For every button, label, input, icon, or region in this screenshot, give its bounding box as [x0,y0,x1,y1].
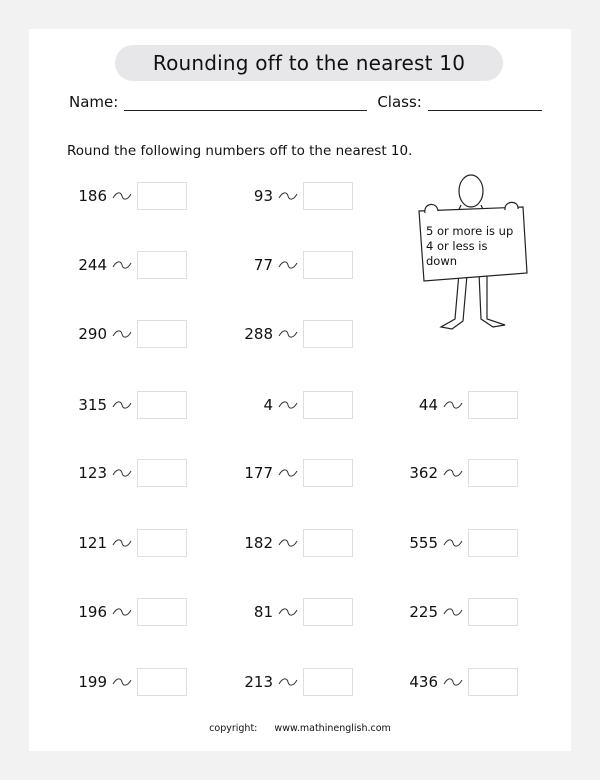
answer-box[interactable] [137,459,187,487]
problem-number: 290 [78,325,107,343]
problem-item: 4 [225,390,353,420]
approximately-icon [278,678,298,686]
problem-number: 315 [78,396,107,414]
approximately-icon [112,192,132,200]
answer-box[interactable] [303,459,353,487]
problem-item: 225 [390,597,518,627]
problem-number: 244 [78,256,107,274]
answer-box[interactable] [303,529,353,557]
approximately-icon [112,608,132,616]
answer-box[interactable] [468,598,518,626]
footer: copyright: www.mathinenglish.com [29,723,571,734]
approximately-icon [443,608,463,616]
problem-item: 436 [390,667,518,697]
rounding-rule-sign: 5 or more is up 4 or less is down [426,224,516,269]
website-link[interactable]: www.mathinenglish.com [274,723,390,734]
answer-box[interactable] [137,668,187,696]
answer-box[interactable] [468,459,518,487]
answer-box[interactable] [468,529,518,557]
sign-line-up: 5 or more is up [426,224,514,238]
problem-number: 182 [244,534,273,552]
instructions: Round the following numbers off to the n… [67,143,413,159]
approximately-icon [443,539,463,547]
answer-box[interactable] [468,668,518,696]
approximately-icon [112,469,132,477]
problem-item: 213 [225,667,353,697]
answer-box[interactable] [137,182,187,210]
problem-item: 182 [225,528,353,558]
problem-item: 196 [59,597,187,627]
name-label: Name: [69,93,119,111]
approximately-icon [278,539,298,547]
problem-item: 288 [225,319,353,349]
problem-item: 290 [59,319,187,349]
worksheet-title: Rounding off to the nearest 10 [115,45,503,81]
approximately-icon [112,539,132,547]
problem-item: 177 [225,458,353,488]
approximately-icon [443,401,463,409]
approximately-icon [278,469,298,477]
name-field[interactable] [124,94,368,111]
problem-item: 123 [59,458,187,488]
answer-box[interactable] [137,529,187,557]
answer-box[interactable] [303,598,353,626]
problem-number: 225 [409,603,438,621]
problem-number: 555 [409,534,438,552]
problem-number: 4 [263,396,273,414]
problem-item: 199 [59,667,187,697]
class-field[interactable] [427,94,542,111]
problem-number: 123 [78,464,107,482]
answer-box[interactable] [137,598,187,626]
answer-box[interactable] [303,391,353,419]
approximately-icon [278,608,298,616]
problem-number: 436 [409,673,438,691]
problem-item: 362 [390,458,518,488]
problem-number: 186 [78,187,107,205]
problem-item: 315 [59,390,187,420]
approximately-icon [443,678,463,686]
problem-number: 77 [253,256,273,274]
problem-item: 121 [59,528,187,558]
approximately-icon [112,330,132,338]
problem-number: 362 [409,464,438,482]
problem-item: 555 [390,528,518,558]
worksheet-page: Rounding off to the nearest 10 Name: Cla… [29,29,571,751]
class-label: Class: [377,93,422,111]
answer-box[interactable] [303,668,353,696]
problem-item: 81 [225,597,353,627]
answer-box[interactable] [468,391,518,419]
answer-box[interactable] [303,182,353,210]
approximately-icon [278,192,298,200]
problem-number: 121 [78,534,107,552]
approximately-icon [443,469,463,477]
approximately-icon [278,401,298,409]
problem-item: 77 [225,250,353,280]
answer-box[interactable] [137,251,187,279]
problem-number: 81 [253,603,273,621]
problem-item: 44 [390,390,518,420]
answer-box[interactable] [137,320,187,348]
problem-item: 186 [59,181,187,211]
sign-line-down: 4 or less is down [426,239,488,268]
answer-box[interactable] [137,391,187,419]
problem-number: 196 [78,603,107,621]
problem-number: 288 [244,325,273,343]
approximately-icon [112,678,132,686]
approximately-icon [112,401,132,409]
answer-box[interactable] [303,320,353,348]
problem-item: 244 [59,250,187,280]
answer-box[interactable] [303,251,353,279]
name-class-row: Name: Class: [69,93,542,111]
copyright-label: copyright: [209,723,258,734]
approximately-icon [112,261,132,269]
problem-number: 93 [253,187,273,205]
problem-number: 199 [78,673,107,691]
approximately-icon [278,330,298,338]
problem-item: 93 [225,181,353,211]
problem-number: 213 [244,673,273,691]
problem-number: 177 [244,464,273,482]
approximately-icon [278,261,298,269]
problem-number: 44 [418,396,438,414]
